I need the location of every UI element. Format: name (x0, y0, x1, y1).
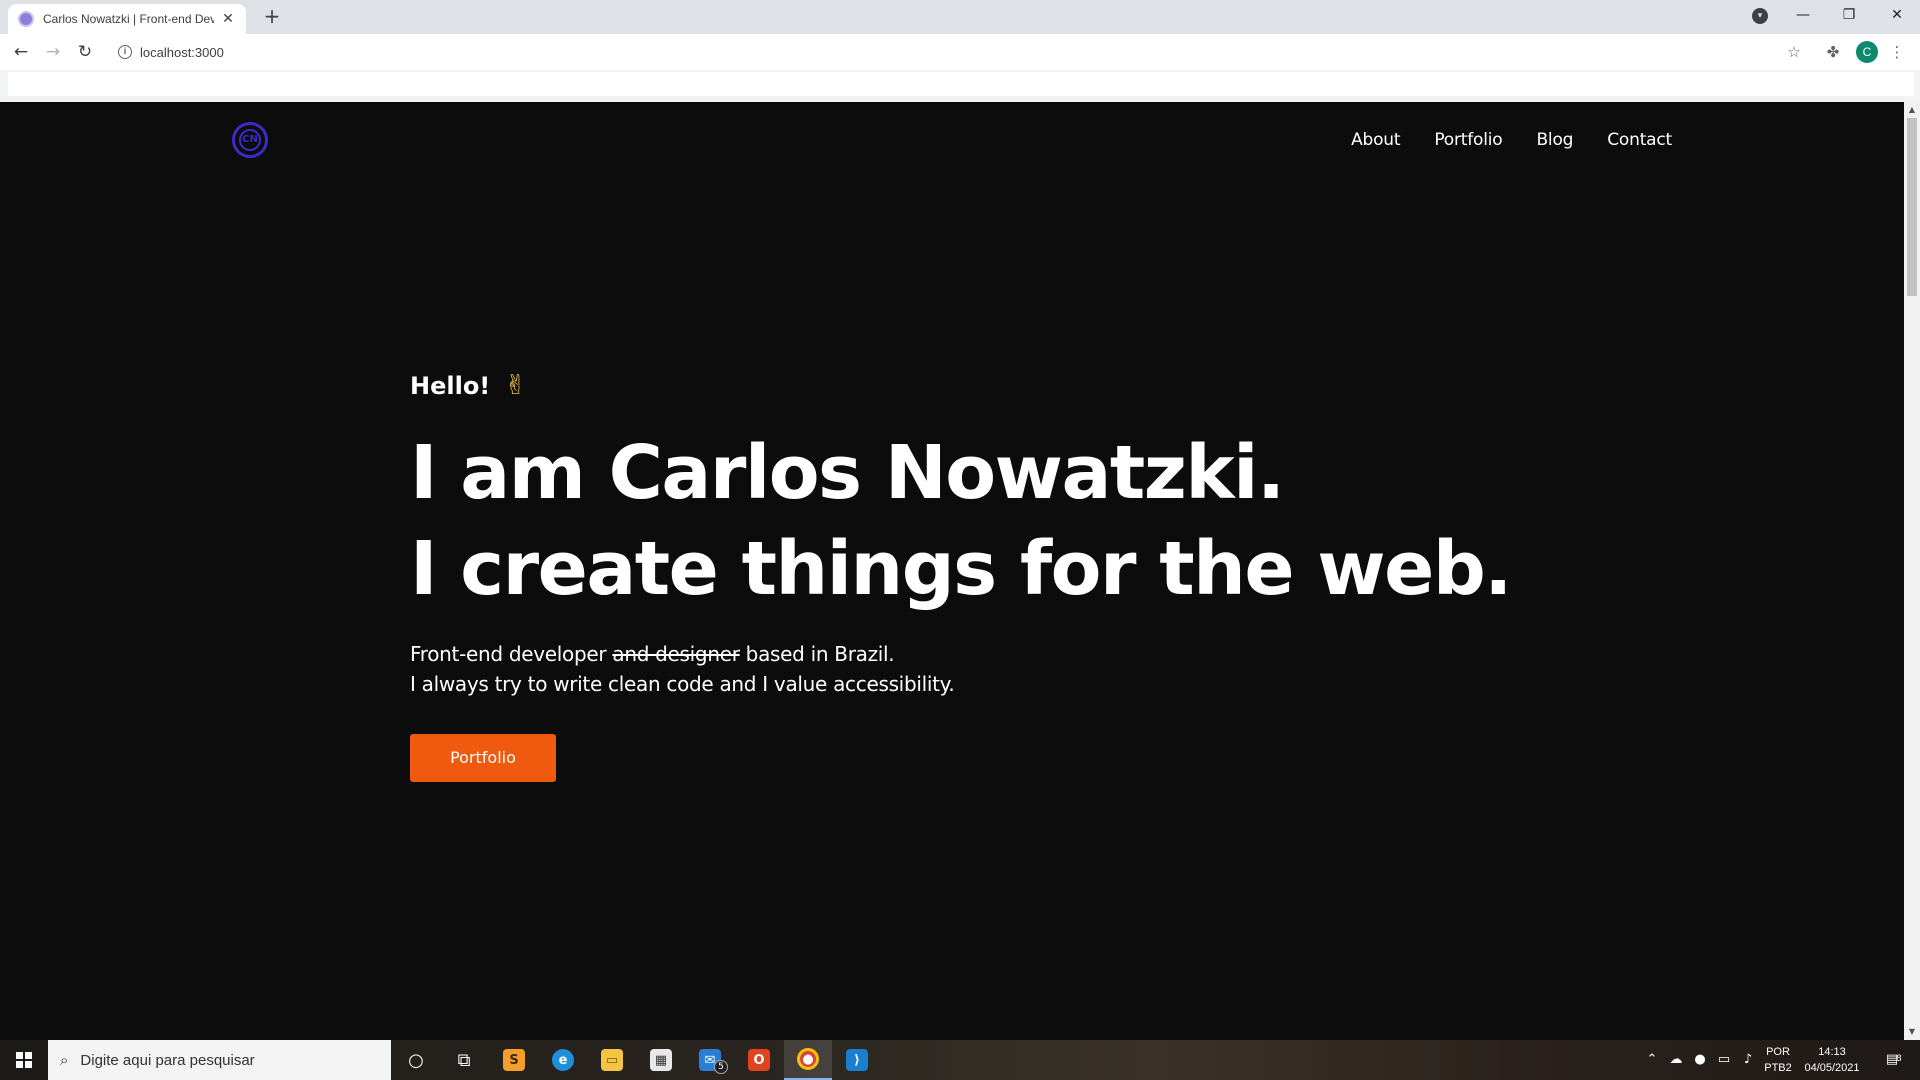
office-icon[interactable]: O (735, 1040, 783, 1080)
language-indicator[interactable]: POR PTB2 (1760, 1044, 1796, 1076)
profile-avatar[interactable]: C (1856, 41, 1878, 63)
menu-icon[interactable]: ⋮ (1886, 41, 1908, 63)
victory-hand-icon: ✌ (504, 370, 527, 401)
windows-logo-icon (16, 1052, 32, 1068)
notification-count: 8 (1896, 1054, 1902, 1064)
notification-center-icon[interactable]: ▤ 8 (1872, 1040, 1912, 1080)
hero-section: Hello! ✌ I am Carlos Nowatzki. I create … (410, 370, 1512, 782)
mail-badge: 5 (714, 1060, 728, 1074)
search-placeholder: Digite aqui para pesquisar (80, 1051, 255, 1069)
search-icon: ⌕ (60, 1051, 69, 1069)
tab-search-icon[interactable]: ▾ (1752, 8, 1768, 24)
file-explorer-icon[interactable]: ▭ (588, 1040, 636, 1080)
language-line-1: POR (1766, 1046, 1790, 1058)
cortana-icon[interactable]: ○ (392, 1040, 440, 1080)
browser-toolbar: ← → ↻ i localhost:3000 ☆ ✤ C ⋮ (0, 34, 1920, 70)
star-icon[interactable]: ☆ (1783, 41, 1805, 63)
site-logo[interactable]: CN (232, 122, 268, 158)
desc-struck-text: and designer (612, 642, 740, 666)
microphone-icon[interactable]: ● (1688, 1040, 1712, 1080)
close-window-button[interactable]: ✕ (1874, 0, 1920, 30)
page-viewport: CN About Portfolio Blog Contact Hello! ✌… (0, 102, 1904, 1040)
task-view-icon[interactable]: ⧉ (440, 1040, 488, 1080)
headline-line-1: I am Carlos Nowatzki. (410, 430, 1285, 516)
scroll-thumb[interactable] (1907, 118, 1917, 296)
desc-suffix: based in Brazil. (739, 642, 895, 666)
site-favicon-icon (18, 11, 34, 27)
vscode-icon[interactable]: ⟩ (833, 1040, 881, 1080)
nav-link-about[interactable]: About (1351, 130, 1400, 150)
start-button[interactable] (0, 1040, 48, 1080)
network-icon[interactable]: ▭ (1712, 1040, 1736, 1080)
nav-link-contact[interactable]: Contact (1607, 130, 1672, 150)
portfolio-button[interactable]: Portfolio (410, 734, 556, 782)
desc-line-2: I always try to write clean code and I v… (410, 672, 955, 696)
headline-line-2: I create things for the web. (410, 526, 1512, 612)
language-line-2: PTB2 (1764, 1062, 1792, 1074)
scroll-down-icon[interactable]: ▼ (1904, 1024, 1920, 1040)
info-icon[interactable]: i (118, 45, 132, 59)
clock[interactable]: 14:13 04/05/2021 (1800, 1044, 1864, 1076)
forward-arrow-icon[interactable]: → (40, 39, 66, 65)
tab-strip: Carlos Nowatzki | Front-end Developer ✕ … (0, 0, 1920, 34)
tab-title: Carlos Nowatzki | Front-end Developer (43, 12, 214, 26)
desc-prefix: Front-end developer (410, 642, 613, 666)
windows-taskbar: ⌕ Digite aqui para pesquisar ○ ⧉ S e ▭ ▦… (0, 1040, 1920, 1080)
url-text[interactable]: localhost:3000 (140, 45, 224, 60)
extensions-icon[interactable]: ✤ (1822, 41, 1844, 63)
onedrive-icon[interactable]: ☁ (1664, 1040, 1688, 1080)
page-scrollbar[interactable]: ▲ ▼ (1904, 102, 1920, 1040)
minimize-button[interactable]: — (1780, 0, 1826, 30)
volume-icon[interactable]: ♪ (1736, 1040, 1760, 1080)
site-nav: About Portfolio Blog Contact (1351, 130, 1672, 150)
close-tab-icon[interactable]: ✕ (220, 11, 236, 27)
clock-date: 04/05/2021 (1804, 1062, 1860, 1074)
bookmark-bar-area (8, 72, 1914, 96)
address-bar[interactable]: i localhost:3000 (112, 38, 1772, 66)
nav-link-blog[interactable]: Blog (1536, 130, 1573, 150)
hero-description: Front-end developer and designer based i… (410, 639, 1511, 699)
logo-monogram: CN (239, 129, 261, 151)
bookmark-bar (0, 70, 1920, 102)
mail-icon[interactable]: ✉ 5 (686, 1040, 734, 1080)
back-arrow-icon[interactable]: ← (8, 39, 34, 65)
reload-icon[interactable]: ↻ (72, 39, 98, 65)
taskbar-search[interactable]: ⌕ Digite aqui para pesquisar (48, 1040, 391, 1080)
clock-time: 14:13 (1818, 1046, 1846, 1058)
restore-button[interactable]: ❐ (1826, 0, 1872, 30)
new-tab-button[interactable]: + (260, 5, 284, 29)
greeting-text: Hello! (410, 371, 491, 400)
sublime-text-icon[interactable]: S (490, 1040, 538, 1080)
scroll-up-icon[interactable]: ▲ (1904, 102, 1920, 118)
store-icon[interactable]: ▦ (637, 1040, 685, 1080)
browser-tab[interactable]: Carlos Nowatzki | Front-end Developer ✕ (8, 4, 246, 34)
chrome-icon[interactable]: ● (784, 1040, 832, 1080)
greeting: Hello! ✌ (410, 370, 1511, 401)
edge-icon[interactable]: e (539, 1040, 587, 1080)
show-hidden-icons-icon[interactable]: ⌃ (1640, 1040, 1664, 1080)
nav-link-portfolio[interactable]: Portfolio (1434, 130, 1502, 150)
hero-headline: I am Carlos Nowatzki. I create things fo… (410, 425, 1512, 617)
